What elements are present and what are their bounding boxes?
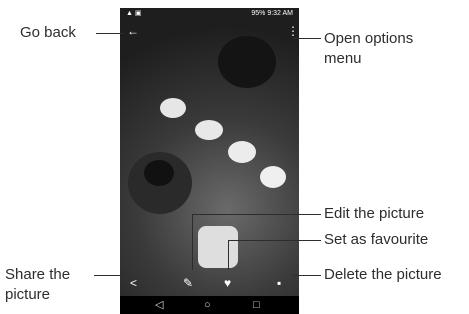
cup-shape xyxy=(260,166,286,188)
callout-set-favourite: Set as favourite xyxy=(324,231,429,248)
nav-home-icon[interactable]: ○ xyxy=(204,298,211,312)
status-bar: ▲ ▣ 95% 9:32 AM xyxy=(120,8,299,20)
callout-share-picture: Share the picture xyxy=(5,266,71,303)
nav-back-icon[interactable]: ◁ xyxy=(155,298,163,312)
pitcher-shape xyxy=(198,226,238,268)
share-icon[interactable]: < xyxy=(130,277,137,289)
teapot-shape xyxy=(218,36,276,88)
status-right: 95% 9:32 AM xyxy=(251,8,293,20)
callout-edit-picture: Edit the picture xyxy=(324,205,425,222)
leader-line xyxy=(293,38,321,39)
trash-icon[interactable]: ▪ xyxy=(277,277,281,289)
more-vert-icon[interactable]: ⋮ xyxy=(287,25,299,37)
leader-line xyxy=(228,240,229,270)
leader-line xyxy=(192,214,193,270)
callout-delete-picture: Delete the picture xyxy=(324,266,442,283)
tea-set-photo xyxy=(120,8,299,296)
phone-screen: ▲ ▣ 95% 9:32 AM ← ⋮ < ✎ ♥ ▪ ◁ ○ □ xyxy=(120,8,299,314)
callout-go-back: Go back xyxy=(20,24,76,41)
callout-open-options-menu: Open options menu xyxy=(324,30,414,67)
pencil-icon[interactable]: ✎ xyxy=(183,277,193,289)
navigation-bar: ◁ ○ □ xyxy=(120,296,299,314)
leader-line xyxy=(192,214,321,215)
cup-shape xyxy=(160,98,186,118)
cup-shape xyxy=(195,120,223,140)
small-teapot-shape xyxy=(144,160,174,186)
cup-shape xyxy=(228,141,256,163)
arrow-left-icon[interactable]: ← xyxy=(127,25,139,37)
nav-recent-icon[interactable]: □ xyxy=(253,298,260,312)
battery-text: 95% xyxy=(251,10,266,17)
heart-icon[interactable]: ♥ xyxy=(224,277,231,289)
leader-line xyxy=(293,275,321,276)
clock-text: 9:32 AM xyxy=(267,10,293,17)
warning-icon: ▲ ▣ xyxy=(126,10,142,17)
leader-line xyxy=(228,240,321,241)
leader-line xyxy=(94,275,124,276)
leader-line xyxy=(96,33,124,34)
